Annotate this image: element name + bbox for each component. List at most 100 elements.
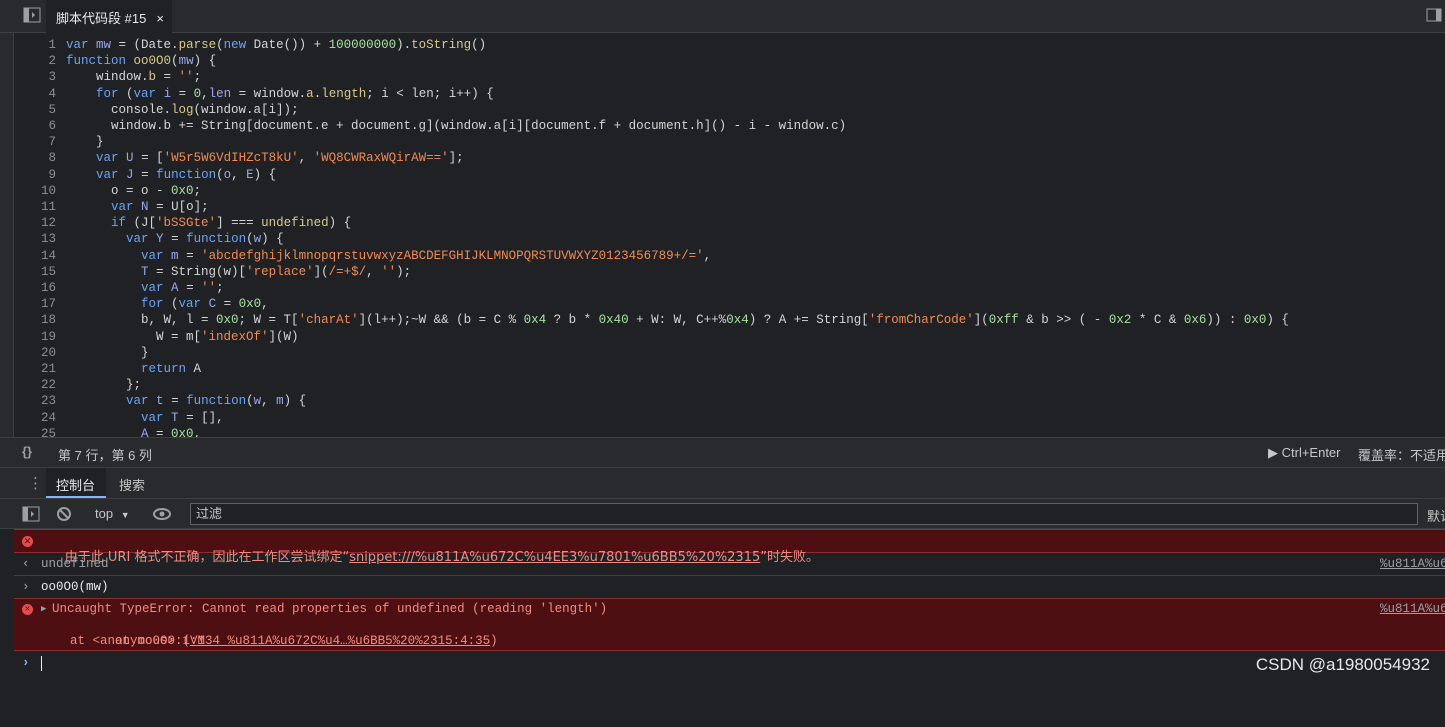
code-line[interactable]: 22 };	[0, 377, 1445, 393]
run-snippet-button[interactable]: ▶ Ctrl+Enter	[1268, 445, 1341, 461]
code-line[interactable]: 19 W = m['indexOf'](W)	[0, 329, 1445, 345]
code-text: window.b += String[document.e + document…	[66, 119, 847, 133]
code-text: b, W, l = 0x0; W = T['charAt'](l++);~W &…	[66, 313, 1289, 328]
line-number: 9	[48, 167, 56, 182]
code-text: W = m['indexOf'](W)	[66, 329, 299, 344]
editor-status-bar: {} 第 7 行，第 6 列 ▶ Ctrl+Enter 覆盖率：不适用	[0, 437, 1445, 468]
code-text: A = 0x0,	[141, 426, 202, 437]
log-level-dropdown[interactable]: 默认	[1427, 506, 1445, 525]
line-number: 3	[48, 70, 56, 85]
error-headline: Uncaught TypeError: Cannot read properti…	[52, 602, 608, 616]
code-text: var t = function(w, m) {	[126, 394, 307, 409]
tab-search[interactable]: 搜索	[119, 475, 145, 494]
code-line[interactable]: 4 for (var i = 0,len = window.a.length; …	[0, 86, 1445, 102]
code-line[interactable]: 20 }	[0, 345, 1445, 361]
console-toolbar: top ▼ 过滤 默认	[0, 499, 1445, 529]
result-value: undefined	[41, 557, 109, 571]
code-text: var T = [],	[141, 410, 224, 425]
code-line[interactable]: 14 var m = 'abcdefghijklmnopqrstuvwxyzAB…	[0, 248, 1445, 264]
console-prompt[interactable]: ›	[14, 653, 1445, 675]
line-number: 8	[48, 151, 56, 166]
line-number: 14	[40, 248, 56, 263]
stack-frame-tail: )	[490, 634, 498, 648]
code-text: for (var i = 0,len = window.a.length; i …	[96, 86, 494, 101]
code-line[interactable]: 8 var U = ['W5r5W6VdIHZcT8kU', 'WQ8CWRax…	[0, 150, 1445, 166]
eye-icon[interactable]	[152, 506, 172, 525]
editor-tab-bar: 脚本代码段 #15 ×	[0, 0, 1445, 33]
error-icon: ✕	[22, 536, 33, 547]
drawer-menu-icon[interactable]: ⋮	[28, 474, 43, 492]
line-number: 24	[40, 410, 56, 425]
line-number: 17	[40, 297, 56, 312]
code-text: }	[66, 345, 149, 360]
line-number: 2	[48, 54, 56, 69]
line-number: 12	[40, 216, 56, 231]
console-input-row: › oo0O0(mw)	[14, 577, 1445, 598]
code-text: for (var C = 0x0,	[141, 297, 269, 312]
tab-snippet-label: 脚本代码段 #15	[56, 11, 147, 26]
line-number: 16	[40, 281, 56, 295]
code-line[interactable]: 25 A = 0x0,	[0, 426, 1445, 437]
tab-console[interactable]: 控制台	[46, 468, 106, 498]
line-number: 20	[40, 345, 56, 360]
code-line[interactable]: 24 var T = [],	[0, 410, 1445, 426]
code-line[interactable]: 2 function oo0O0(mw) {	[0, 53, 1445, 69]
code-line[interactable]: 17 for (var C = 0x0,	[0, 296, 1445, 312]
context-selector[interactable]: top ▼	[95, 506, 130, 521]
sidebar-toggle-icon[interactable]	[22, 506, 40, 525]
source-link[interactable]: %u811A%u6	[1380, 556, 1445, 572]
code-text: };	[66, 378, 142, 393]
panel-toggle-icon[interactable]	[22, 7, 42, 25]
input-arrow-icon: ›	[22, 580, 30, 594]
code-line[interactable]: 13 var Y = function(w) {	[0, 231, 1445, 247]
code-line[interactable]: 5 console.log(window.a[i]);	[0, 102, 1445, 118]
text-cursor	[41, 656, 42, 671]
close-icon[interactable]: ×	[156, 2, 164, 36]
code-line[interactable]: 7 }	[0, 134, 1445, 150]
line-number: 7	[48, 135, 56, 150]
code-line[interactable]: 10 o = o - 0x0;	[0, 183, 1445, 199]
context-label: top	[95, 506, 114, 521]
stack-frame-link[interactable]: VM34 %u811A%u672C%u4…%u6BB5%20%2315:4:35	[190, 634, 490, 648]
filter-input[interactable]: 过滤	[190, 503, 1418, 525]
code-text: var Y = function(w) {	[126, 232, 284, 247]
panel-right-icon[interactable]	[1424, 7, 1444, 25]
coverage-status: 覆盖率：不适用	[1358, 448, 1445, 463]
error-icon: ✕	[22, 604, 33, 615]
code-text: function oo0O0(mw) {	[66, 54, 217, 69]
expand-triangle-icon[interactable]: ▶	[41, 601, 46, 617]
clear-console-icon[interactable]	[56, 506, 72, 525]
watermark: CSDN @a1980054932	[1255, 655, 1430, 674]
line-number: 22	[40, 378, 56, 393]
code-line[interactable]: 16 var A = '';	[0, 280, 1445, 296]
code-line[interactable]: 9 var J = function(o, E) {	[0, 167, 1445, 183]
drawer-tab-bar: ⋮ 控制台 搜索	[0, 468, 1445, 499]
code-line[interactable]: 3 window.b = '';	[0, 69, 1445, 85]
source-link[interactable]: %u811A%u6	[1380, 601, 1445, 617]
code-text: console.log(window.a[i]);	[66, 102, 299, 117]
cursor-position: 第 7 行，第 6 列	[58, 448, 152, 463]
code-text: var mw = (Date.parse(new Date()) + 10000…	[66, 38, 487, 52]
chevron-down-icon: ▼	[120, 510, 130, 520]
code-line[interactable]: 12 if (J['bSSGte'] === undefined) {	[0, 215, 1445, 231]
code-line[interactable]: 23 var t = function(w, m) {	[0, 393, 1445, 409]
code-text: window.b = '';	[66, 70, 202, 85]
code-editor[interactable]: 1 var mw = (Date.parse(new Date()) + 1000…	[0, 33, 1445, 437]
code-text: o = o - 0x0;	[66, 183, 202, 198]
code-line[interactable]: 6 window.b += String[document.e + docume…	[0, 118, 1445, 134]
code-text: var N = U[o];	[111, 200, 209, 214]
stack-frame-2: at <anonymous>:1:1	[40, 634, 206, 648]
code-line[interactable]: 15 T = String(w)['replace'](/=+$/, '');	[0, 264, 1445, 280]
code-text: var A = '';	[141, 281, 224, 295]
code-line[interactable]: 11 var N = U[o];	[0, 199, 1445, 215]
code-line[interactable]: 21 return A	[0, 361, 1445, 377]
code-line[interactable]: 1 var mw = (Date.parse(new Date()) + 1000…	[0, 37, 1445, 53]
code-line[interactable]: 18 b, W, l = 0x0; W = T['charAt'](l++);~…	[0, 312, 1445, 328]
result-arrow-icon: ‹	[22, 557, 30, 571]
line-number: 10	[40, 183, 56, 198]
tab-snippet[interactable]: 脚本代码段 #15 ×	[46, 0, 172, 33]
code-text: var J = function(o, E) {	[96, 167, 277, 182]
line-number: 19	[40, 329, 56, 344]
code-text: T = String(w)['replace'](/=+$/, '');	[141, 264, 412, 279]
pretty-print-icon[interactable]: {}	[22, 444, 32, 459]
